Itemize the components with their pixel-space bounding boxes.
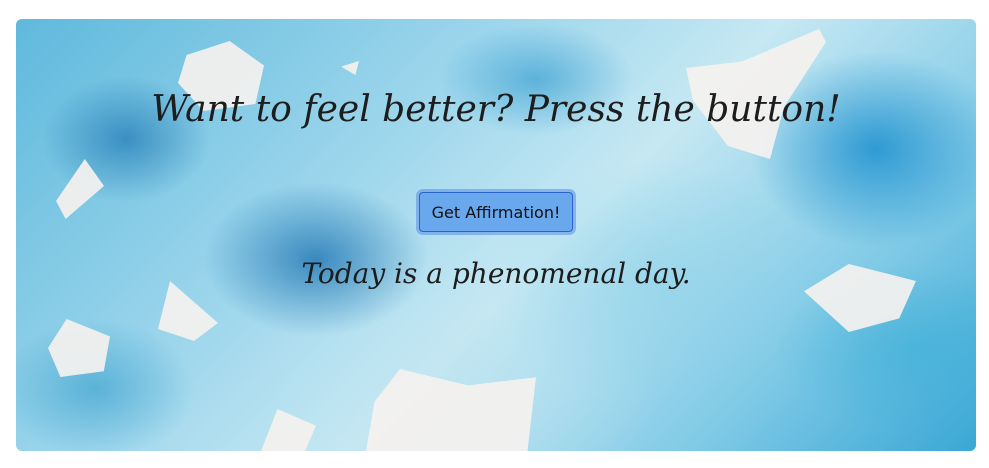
get-affirmation-button[interactable]: Get Affirmation! [419,192,573,232]
page-title: Want to feel better? Press the button! [151,89,841,130]
affirmation-panel: Want to feel better? Press the button! G… [16,19,976,451]
affirmation-text: Today is a phenomenal day. [301,257,691,290]
watercolor-background: Want to feel better? Press the button! G… [16,19,976,451]
